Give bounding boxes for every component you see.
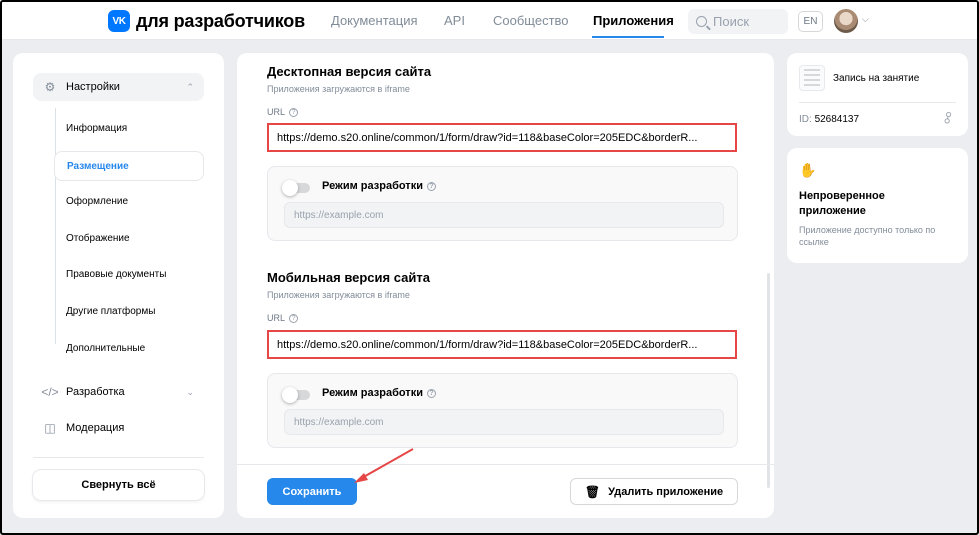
vk-logo[interactable]: VK для разработчиков [108, 10, 305, 32]
app-name: Запись на занятие [833, 73, 920, 84]
app-info-card: Запись на занятие ID: 52684137 ☍ [787, 53, 968, 136]
sidebar-section-label: Настройки [66, 81, 120, 93]
status-title: Непроверенное приложение [799, 190, 885, 217]
app-window: VK для разработчиков Документация API Со… [0, 0, 979, 535]
sidebar-item-info[interactable]: Информация [66, 123, 127, 134]
shield-icon: ◫ [44, 421, 56, 435]
sidebar-divider [33, 457, 204, 458]
help-icon[interactable]: ? [289, 313, 299, 323]
sidebar-section-label: Модерация [66, 422, 125, 434]
help-icon[interactable]: ? [289, 107, 299, 117]
logo-text: для разработчиков [136, 10, 305, 31]
placement-panel: Десктопная версия сайта Приложения загру… [237, 53, 774, 518]
nav-community[interactable]: Сообщество [493, 13, 569, 28]
sidebar-item-additional[interactable]: Дополнительные [66, 343, 145, 354]
help-icon[interactable]: ? [426, 181, 436, 191]
sidebar-section-label: Разработка [66, 386, 125, 398]
search-placeholder: Поиск [713, 14, 750, 29]
mobile-section-subtitle: Приложения загружаются в iframe [267, 290, 410, 300]
mobile-dev-mode-box: Режим разработки ? https://example.com [267, 373, 738, 448]
mobile-dev-mode-toggle[interactable] [282, 387, 310, 403]
link-icon[interactable]: ☍ [939, 109, 957, 127]
settings-sidebar: ⚙ Настройки ⌃ Информация Размещение Офор… [13, 53, 224, 518]
desktop-url-label: URL ? [267, 107, 299, 117]
collapse-all-button[interactable]: Свернуть всё [33, 470, 204, 500]
moderation-status-card: ✋ Непроверенное приложение Приложение до… [787, 148, 968, 263]
chevron-up-icon: ⌃ [186, 81, 194, 92]
search-icon [696, 16, 707, 27]
help-icon[interactable]: ? [426, 388, 436, 398]
url-label-text: URL [267, 313, 286, 323]
nav-docs[interactable]: Документация [331, 13, 418, 28]
code-icon: </> [41, 385, 59, 399]
panel-scrollbar[interactable] [767, 273, 770, 488]
vk-logo-icon: VK [108, 10, 130, 32]
mobile-url-label: URL ? [267, 313, 299, 323]
app-id-value: 52684137 [814, 114, 860, 125]
desktop-dev-mode-toggle[interactable] [282, 180, 310, 196]
search-input[interactable]: Поиск [688, 9, 788, 34]
desktop-dev-mode-box: Режим разработки ? https://example.com [267, 166, 738, 241]
desktop-dev-mode-label: Режим разработки ? [322, 180, 436, 192]
app-id-label: ID: [799, 114, 812, 125]
sidebar-item-placement[interactable]: Размещение [54, 151, 204, 181]
language-switch[interactable]: EN [798, 11, 823, 32]
delete-app-button[interactable]: 🗑 Удалить приложение [570, 478, 738, 505]
desktop-url-input[interactable]: https://demo.s20.online/common/1/form/dr… [267, 123, 737, 152]
toggle-knob [282, 180, 298, 196]
sidebar-section-development[interactable]: </> Разработка ⌄ [33, 378, 204, 406]
nav-apps[interactable]: Приложения [593, 13, 674, 28]
footer-divider [237, 464, 774, 465]
sidebar-item-platforms[interactable]: Другие платформы [66, 306, 155, 317]
nav-api[interactable]: API [444, 13, 465, 28]
mobile-url-input[interactable]: https://demo.s20.online/common/1/form/dr… [267, 330, 737, 359]
status-text: Приложение доступно только по ссылке [799, 225, 936, 247]
app-thumbnail [799, 65, 825, 91]
hand-stop-icon: ✋ [799, 162, 817, 178]
sidebar-item-legal[interactable]: Правовые документы [66, 269, 166, 280]
mobile-dev-url-input[interactable]: https://example.com [284, 409, 724, 435]
dev-mode-label-text: Режим разработки [322, 180, 423, 192]
nav-active-underline [592, 36, 664, 38]
trash-icon: 🗑 [584, 484, 601, 499]
url-label-text: URL [267, 107, 286, 117]
app-id: ID: 52684137 [799, 114, 859, 125]
mobile-dev-mode-label: Режим разработки ? [322, 387, 436, 399]
gear-icon: ⚙ [44, 80, 56, 94]
chevron-down-icon: ⌄ [186, 386, 194, 397]
sidebar-section-moderation[interactable]: ◫ Модерация [33, 414, 204, 442]
sidebar-item-display[interactable]: Отображение [66, 233, 130, 244]
dev-mode-label-text: Режим разработки [322, 387, 423, 399]
mobile-section-title: Мобильная версия сайта [267, 270, 430, 285]
sidebar-section-settings[interactable]: ⚙ Настройки ⌃ [33, 73, 204, 101]
save-button[interactable]: Сохранить [267, 478, 357, 505]
card-divider [799, 102, 956, 103]
chevron-down-icon[interactable]: ⌵ [862, 14, 869, 25]
delete-app-label: Удалить приложение [608, 485, 724, 498]
sidebar-item-design[interactable]: Оформление [66, 196, 128, 207]
desktop-section-title: Десктопная версия сайта [267, 64, 432, 79]
user-avatar[interactable] [834, 9, 858, 33]
top-header: VK для разработчиков Документация API Со… [2, 2, 977, 40]
desktop-dev-url-input[interactable]: https://example.com [284, 202, 724, 228]
desktop-section-subtitle: Приложения загружаются в iframe [267, 84, 410, 94]
toggle-knob [282, 387, 298, 403]
sidebar-tree-line [55, 108, 56, 344]
